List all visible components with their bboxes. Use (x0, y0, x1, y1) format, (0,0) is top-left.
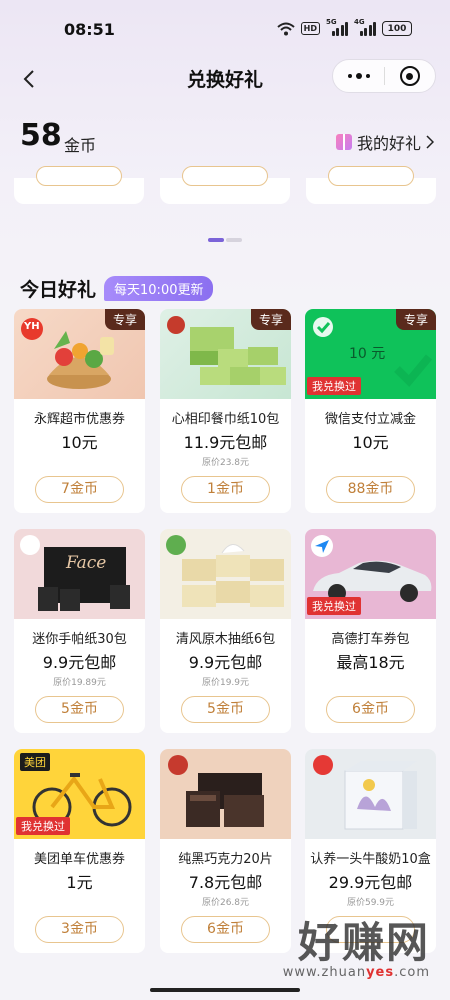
my-gifts-link[interactable]: 我的好礼 (335, 130, 434, 154)
exclusive-tag: 专享 (104, 309, 145, 330)
redeem-button[interactable]: 7金币 (35, 476, 124, 503)
hd-icon: HD (300, 22, 320, 35)
chevron-right-icon (426, 135, 434, 149)
miniapp-capsule (332, 59, 436, 93)
exclusive-tag: 专享 (250, 309, 291, 330)
yellow-bike-image: 美团 我兑换过 (14, 749, 145, 839)
nav-bar: 兑换好礼 (0, 58, 450, 98)
product-name: 纯黑巧克力20片 (178, 852, 273, 867)
my-gifts-label: 我的好礼 (356, 134, 421, 153)
redeem-button[interactable]: 3金币 (35, 916, 124, 943)
watermark: 好赚网 www.zhuanyes.com (282, 918, 430, 981)
dot-icon (347, 74, 352, 78)
product-card[interactable]: Face 迷你手帕纸30包 9.9元包邮 原价19.89元 5金币 (14, 529, 145, 733)
watermark-text: 好赚网 (297, 918, 430, 967)
dark-chocolate-image (160, 749, 291, 839)
redeem-button[interactable]: 6金币 (181, 916, 270, 943)
previous-carousel-page (14, 166, 436, 204)
coin-unit: 金币 (64, 136, 97, 155)
product-price: 29.9元包邮 (328, 873, 413, 892)
yh-logo: YH (24, 321, 40, 332)
product-name: 美团单车优惠券 (33, 852, 125, 867)
original-price: 原价26.8元 (201, 898, 250, 908)
carousel-pager (208, 238, 242, 242)
update-time-badge: 每天10:00更新 (104, 275, 214, 301)
product-name: 永辉超市优惠券 (33, 412, 125, 427)
carousel-card-partial (160, 166, 290, 204)
yogurt-box-image (305, 749, 436, 839)
product-price: 1元 (66, 873, 93, 892)
product-price: 11.9元包邮 (183, 433, 268, 452)
signal-4g-icon: 4G (354, 18, 376, 36)
original-price: 原价19.89元 (53, 678, 106, 688)
product-name: 高德打车券包 (331, 632, 410, 647)
pager-dot[interactable] (226, 238, 242, 242)
signal-5g-icon: 5G (326, 18, 348, 36)
redeem-button[interactable]: 88金币 (326, 476, 415, 503)
dot-icon (355, 73, 362, 79)
black-tissue-box-image: Face (14, 529, 145, 619)
battery-icon: 100 (382, 21, 412, 36)
product-card[interactable]: 纯黑巧克力20片 7.8元包邮 原价26.8元 6金币 (160, 749, 291, 953)
carousel-card-partial (306, 166, 436, 204)
gift-icon (335, 134, 352, 150)
product-name: 迷你手帕纸30包 (32, 632, 127, 647)
product-price: 最高18元 (336, 653, 405, 672)
facial-tissue-packs-image (160, 529, 291, 619)
dot-icon (365, 74, 370, 78)
product-name: 清风原木抽纸6包 (175, 632, 276, 647)
redeem-button-partial[interactable] (182, 166, 268, 186)
original-price: 原价19.9元 (201, 678, 250, 688)
status-icons: HD 5G 4G 100 (276, 18, 412, 36)
redeemed-tag: 我兑换过 (307, 377, 361, 395)
product-card[interactable]: 美团 我兑换过 美团单车优惠券 1元 3金币 (14, 749, 145, 953)
exclusive-tag: 专享 (395, 309, 436, 330)
grocery-basket-image: YH 专享 (14, 309, 145, 399)
product-name: 认养一头牛酸奶10盒 (310, 852, 431, 867)
wifi-icon (276, 22, 295, 36)
section-header: 今日好礼 每天10:00更新 (20, 275, 214, 301)
home-indicator[interactable] (150, 988, 300, 992)
redeemed-tag: 我兑换过 (307, 597, 361, 615)
target-icon (399, 66, 420, 86)
watermark-url: www.zhuanyes.com (282, 965, 430, 980)
product-name: 心相印餐巾纸10包 (171, 412, 280, 427)
brand-text: Face (66, 553, 107, 573)
product-card[interactable]: 10 元 专享 我兑换过 微信支付立减金 10元 88金币 (305, 309, 436, 513)
coin-balance-row: 58 金币 我的好礼 (0, 112, 450, 162)
carousel-card-partial (14, 166, 144, 204)
product-card[interactable]: 我兑换过 高德打车券包 最高18元 6金币 (305, 529, 436, 733)
original-price: 原价59.9元 (346, 898, 395, 908)
section-title: 今日好礼 (20, 278, 97, 301)
wechat-voucher-image: 10 元 专享 我兑换过 (305, 309, 436, 399)
redeem-button[interactable]: 6金币 (326, 696, 415, 723)
redeem-button[interactable]: 1金币 (181, 476, 270, 503)
coin-amount: 58 (20, 118, 62, 153)
redeem-button[interactable]: 5金币 (35, 696, 124, 723)
product-card[interactable]: 清风原木抽纸6包 9.9元包邮 原价19.9元 5金币 (160, 529, 291, 733)
silver-car-image: 我兑换过 (305, 529, 436, 619)
status-bar: 08:51 HD 5G 4G 100 (0, 0, 450, 58)
redeem-button[interactable]: 5金币 (181, 696, 270, 723)
product-price: 9.9元包邮 (42, 653, 117, 672)
product-price: 10元 (61, 433, 98, 452)
status-time: 08:51 (64, 20, 115, 39)
pager-dot-active[interactable] (208, 238, 224, 242)
product-price: 10元 (352, 433, 389, 452)
product-name: 微信支付立减金 (324, 412, 416, 427)
redeem-button-partial[interactable] (328, 166, 414, 186)
product-card[interactable]: YH 专享 永辉超市优惠券 10元 7金币 (14, 309, 145, 513)
more-button[interactable] (333, 60, 384, 92)
redeemed-tag: 我兑换过 (16, 817, 70, 835)
product-price: 9.9元包邮 (188, 653, 263, 672)
product-card[interactable]: 专享 心相印餐巾纸10包 11.9元包邮 原价23.8元 1金币 (160, 309, 291, 513)
original-price: 原价23.8元 (201, 458, 250, 468)
tissue-packs-image: 专享 (160, 309, 291, 399)
voucher-amount-text: 10 元 (349, 346, 386, 362)
close-miniapp-button[interactable] (385, 60, 435, 92)
redeem-button-partial[interactable] (36, 166, 122, 186)
product-price: 7.8元包邮 (188, 873, 263, 892)
